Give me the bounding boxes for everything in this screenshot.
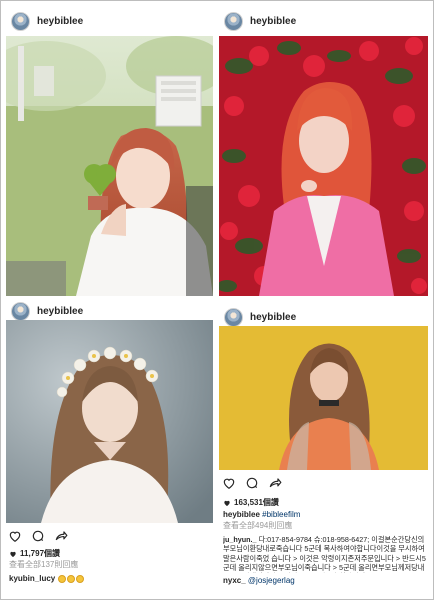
likes-row: 163,531個讚 — [223, 498, 426, 508]
heart-small-icon — [9, 550, 17, 558]
post-photo-garden[interactable] — [6, 36, 213, 296]
comment-user[interactable]: ju_hyun._ — [223, 535, 257, 544]
share-icon[interactable] — [268, 476, 282, 490]
heart-small-icon — [223, 499, 231, 507]
post-header: heybiblee — [6, 6, 213, 36]
avatar[interactable] — [224, 307, 243, 327]
post-bottom-right: heybiblee 163,531個讚 heybiblee #bibleefil… — [219, 302, 428, 594]
view-comments-link[interactable]: 查看全部137則回應 — [9, 560, 209, 570]
avatar[interactable] — [224, 11, 243, 31]
likes-count[interactable]: 11,797個讚 — [20, 549, 60, 559]
comment-row: ju_hyun._ 다:017-854-9784 슈:018-958-6427;… — [223, 535, 426, 573]
post-photo-roses[interactable] — [219, 36, 428, 296]
comment-row: kyubin_lucy — [9, 574, 209, 584]
likes-row: 11,797個讚 — [9, 549, 209, 559]
post-actions — [8, 529, 68, 543]
flower-crown-photo-image — [6, 320, 213, 523]
username[interactable]: heybiblee — [250, 16, 296, 27]
post-meta: 11,797個讚 查看全部137則回應 kyubin_lucy — [9, 549, 209, 584]
smile-emoji-icon — [76, 574, 85, 583]
comment-user[interactable]: kyubin_lucy — [9, 574, 55, 583]
post-top-left: heybiblee — [6, 6, 213, 296]
post-header: heybiblee — [219, 6, 428, 36]
username[interactable]: heybiblee — [37, 306, 83, 317]
post-bottom-left: heybiblee 11,797個讚 查看全部137則回應 kyubin_luc… — [6, 296, 213, 594]
smile-emoji-icon — [58, 574, 67, 583]
username[interactable]: heybiblee — [250, 312, 296, 323]
comment-user-2[interactable]: nyxc_ — [223, 576, 246, 585]
post-photo-yellow-wall[interactable] — [219, 326, 428, 470]
heart-icon[interactable] — [8, 529, 22, 543]
share-icon[interactable] — [54, 529, 68, 543]
roses-photo-image — [219, 36, 428, 296]
comment-icon[interactable] — [245, 476, 259, 490]
avatar[interactable] — [11, 301, 30, 321]
caption-row: heybiblee #bibleefilm — [223, 510, 426, 520]
comment-mention[interactable]: @josjegerlag — [248, 576, 295, 585]
comment-icon[interactable] — [31, 529, 45, 543]
caption-user[interactable]: heybiblee — [223, 510, 260, 519]
username[interactable]: heybiblee — [37, 16, 83, 27]
post-meta: 163,531個讚 heybiblee #bibleefilm 查看全部494則… — [223, 498, 426, 586]
caption-hashtag[interactable]: #bibleefilm — [262, 510, 300, 519]
garden-photo-image — [6, 36, 213, 296]
likes-count[interactable]: 163,531個讚 — [234, 498, 279, 508]
heart-icon[interactable] — [222, 476, 236, 490]
comment-row-2: nyxc_ @josjegerlag — [223, 576, 426, 586]
yellow-wall-photo-image — [219, 326, 428, 470]
view-comments-link[interactable]: 查看全部494則回應 — [223, 521, 426, 531]
avatar[interactable] — [11, 11, 30, 31]
post-photo-flower-crown[interactable] — [6, 320, 213, 523]
smile-emoji-icon — [67, 574, 76, 583]
post-top-right: heybiblee — [219, 6, 428, 296]
post-actions — [222, 476, 282, 490]
